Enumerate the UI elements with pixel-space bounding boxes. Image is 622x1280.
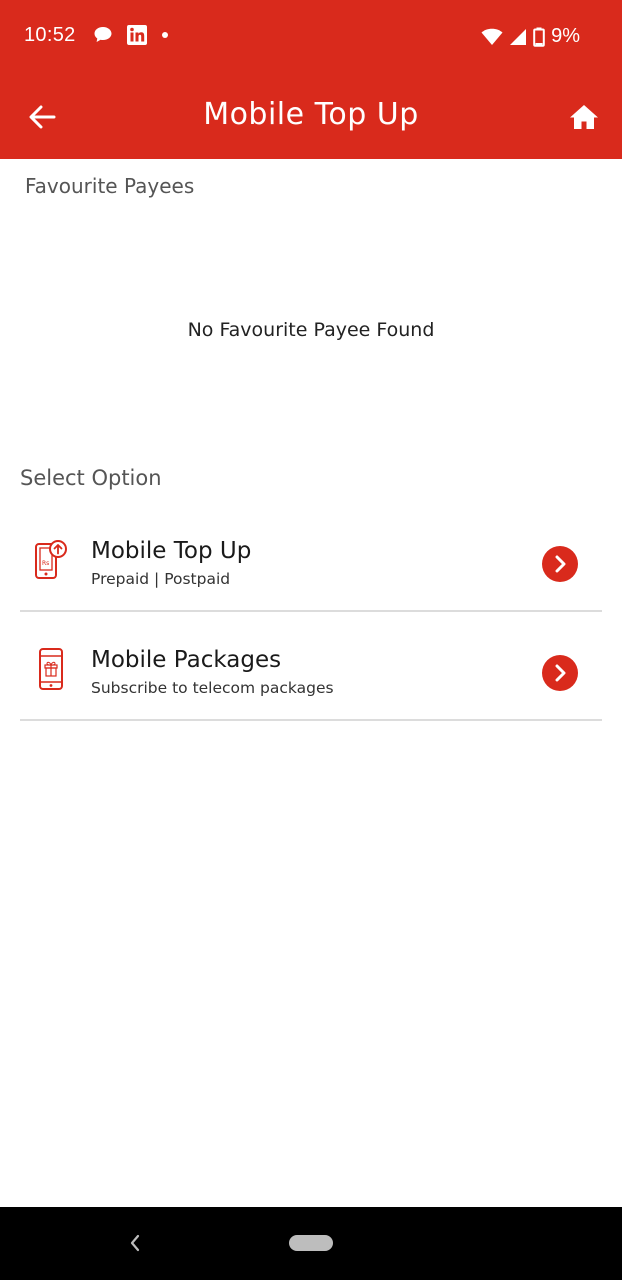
dot-icon bbox=[162, 32, 168, 38]
page-title: Mobile Top Up bbox=[203, 97, 419, 132]
select-option-label: Select Option bbox=[20, 466, 162, 490]
chevron-right-icon bbox=[555, 664, 566, 682]
home-button[interactable] bbox=[564, 97, 604, 137]
home-icon bbox=[570, 105, 598, 129]
option-title: Mobile Top Up bbox=[91, 538, 252, 564]
wifi-icon bbox=[481, 28, 503, 45]
chevron-right-button[interactable] bbox=[542, 655, 578, 691]
battery-icon bbox=[533, 27, 545, 47]
status-bar: 10:52 9% bbox=[0, 0, 622, 75]
notification-icons bbox=[93, 25, 169, 45]
system-navigation-bar bbox=[0, 1207, 622, 1280]
nav-home-pill[interactable] bbox=[289, 1235, 333, 1251]
chevron-right-icon bbox=[555, 555, 566, 573]
chat-bubble-icon bbox=[94, 27, 112, 42]
svg-text:Rs: Rs bbox=[42, 560, 49, 567]
system-icons: 9% bbox=[481, 25, 580, 48]
chevron-left-icon bbox=[130, 1234, 140, 1252]
status-time: 10:52 bbox=[24, 24, 76, 46]
battery-percent: 9% bbox=[551, 25, 580, 47]
option-mobile-packages[interactable]: Mobile Packages Subscribe to telecom pac… bbox=[20, 613, 602, 721]
option-subtitle: Prepaid | Postpaid bbox=[91, 570, 231, 588]
phone-topup-icon: Rs bbox=[35, 540, 67, 579]
phone-gift-icon bbox=[39, 648, 63, 690]
signal-icon bbox=[510, 28, 527, 45]
app-bar: Mobile Top Up bbox=[0, 75, 622, 159]
option-title: Mobile Packages bbox=[91, 647, 282, 673]
option-mobile-top-up[interactable]: Rs Mobile Top Up Prepaid | Postpaid bbox=[20, 504, 602, 612]
empty-favourites-message: No Favourite Payee Found bbox=[187, 319, 435, 341]
favourite-payees-label: Favourite Payees bbox=[25, 174, 195, 198]
nav-back-button[interactable] bbox=[123, 1231, 147, 1255]
linkedin-icon bbox=[127, 25, 147, 45]
chevron-right-button[interactable] bbox=[542, 546, 578, 582]
option-subtitle: Subscribe to telecom packages bbox=[91, 679, 334, 697]
